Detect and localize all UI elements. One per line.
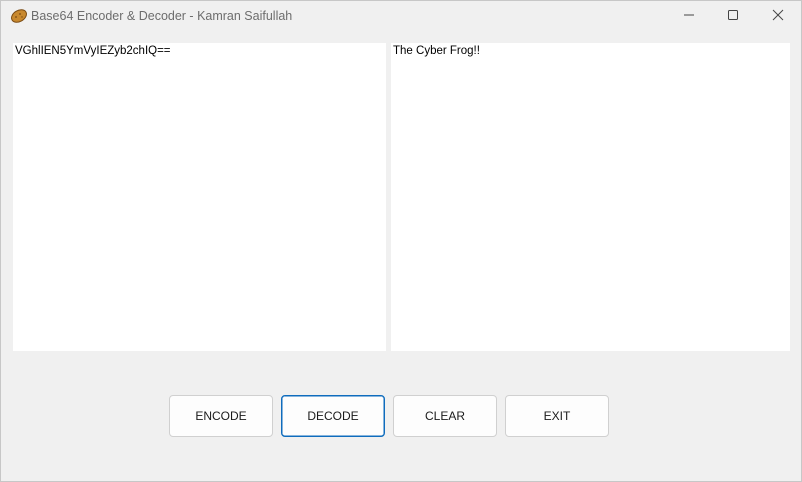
window-title: Base64 Encoder & Decoder - Kamran Saiful… [31, 9, 293, 23]
potato-icon [10, 8, 28, 24]
decode-button[interactable]: DECODE [281, 395, 385, 437]
app-window: Base64 Encoder & Decoder - Kamran Saiful… [0, 0, 802, 482]
maximize-icon [727, 8, 739, 26]
title-bar[interactable]: Base64 Encoder & Decoder - Kamran Saiful… [1, 1, 801, 32]
encode-button[interactable]: ENCODE [169, 395, 273, 437]
minimize-icon [683, 8, 695, 26]
base64-input[interactable]: VGhlIEN5YmVyIEZyb2chIQ== [13, 43, 386, 351]
maximize-button[interactable] [710, 1, 756, 32]
minimize-button[interactable] [666, 1, 712, 32]
clear-button[interactable]: CLEAR [393, 395, 497, 437]
close-icon [772, 8, 784, 26]
close-button[interactable] [755, 1, 801, 32]
exit-button[interactable]: EXIT [505, 395, 609, 437]
plaintext-output[interactable]: The Cyber Frog!! [391, 43, 790, 351]
